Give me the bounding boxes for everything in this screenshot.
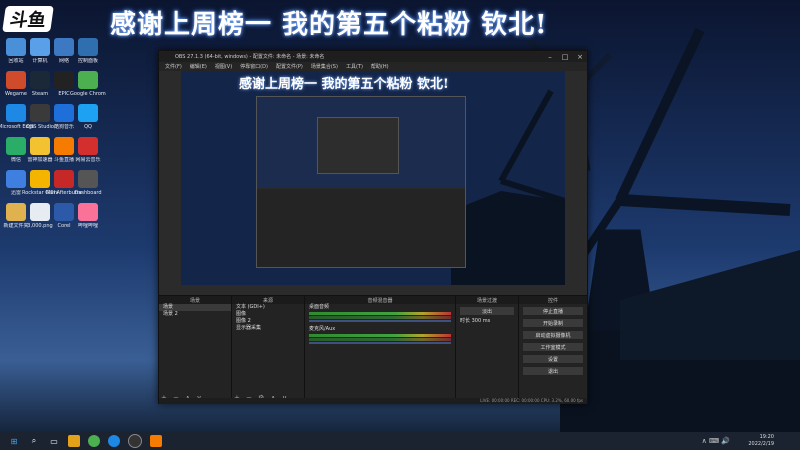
start-recording-button[interactable]: 开始录制 bbox=[522, 318, 584, 328]
desktop-app-icon[interactable] bbox=[54, 38, 74, 56]
desktop-app-icon[interactable] bbox=[6, 170, 26, 188]
controls-dock: 控件 停止直播 开始录制 启动虚拟摄像机 工作室模式 设置 退出 bbox=[519, 296, 587, 404]
obs-menu-item[interactable]: 视图(V) bbox=[215, 63, 232, 70]
obs-menu-item[interactable]: 文件(F) bbox=[165, 63, 182, 70]
transition-select[interactable]: 淡出 bbox=[459, 306, 515, 316]
obs-menu-item[interactable]: 帮助(H) bbox=[371, 63, 389, 70]
volume-meter bbox=[309, 312, 451, 315]
mixer-header: 音频混音器 bbox=[305, 296, 455, 304]
transitions-dock: 场景过渡 淡出 时长 300 ms bbox=[456, 296, 519, 404]
source-item[interactable]: 图像 2 bbox=[232, 318, 304, 325]
volume-slider[interactable] bbox=[309, 342, 451, 344]
windows-start-icon[interactable]: ⊞ bbox=[8, 435, 20, 447]
scenes-dock: 场景 场景 场景 2 + − ∧ ∨ bbox=[159, 296, 232, 404]
preview-title-text: 感谢上周榜一 我的第五个粘粉 钦北! bbox=[239, 77, 449, 92]
desktop-app-label: 哔哩哔哩 bbox=[77, 223, 98, 229]
desktop-app-icon[interactable] bbox=[54, 137, 74, 155]
source-item[interactable]: 显示器采集 bbox=[232, 325, 304, 332]
douyu-taskbar-icon[interactable] bbox=[150, 435, 162, 447]
desktop-app-icon[interactable] bbox=[78, 104, 98, 122]
maximize-icon[interactable]: □ bbox=[558, 51, 572, 62]
obs-window[interactable]: OBS 27.1.3 (64-bit, windows) - 配置文件: 未命名… bbox=[158, 50, 588, 404]
desktop-app-icon[interactable] bbox=[6, 38, 26, 56]
search-icon[interactable]: ⌕ bbox=[28, 435, 40, 447]
obs-menu-item[interactable]: 编辑(E) bbox=[190, 63, 207, 70]
close-icon[interactable]: × bbox=[573, 51, 587, 62]
studio-mode-button[interactable]: 工作室模式 bbox=[522, 342, 584, 352]
obs-menu-item[interactable]: 停靠窗口(D) bbox=[240, 63, 268, 70]
douyu-logo: 斗鱼 bbox=[2, 6, 54, 32]
mixer-track-name: 桌面音频 bbox=[309, 304, 330, 310]
scenes-header: 场景 bbox=[159, 296, 231, 304]
desktop-app-icon[interactable] bbox=[78, 38, 98, 56]
obs-preview[interactable]: 感谢上周榜一 我的第五个粘粉 钦北! bbox=[181, 71, 565, 285]
obs-menubar: 文件(F) 编辑(E) 视图(V) 停靠窗口(D) 配置文件(P) 场景集合(S) 工具(T… bbox=[159, 62, 587, 71]
desktop-app-icon[interactable] bbox=[30, 104, 50, 122]
volume-meter bbox=[309, 334, 451, 337]
audio-mixer-dock: 音频混音器 桌面音频 麦克风/Aux bbox=[305, 296, 456, 404]
desktop-app-icon[interactable] bbox=[54, 170, 74, 188]
desktop-app-icon[interactable] bbox=[78, 71, 98, 89]
desktop-icon-grid: 回收站 计算机 网络 控制面板 Wegame Steam EPIC Google Chrome… bbox=[0, 36, 150, 426]
obs-menu-item[interactable]: 工具(T) bbox=[346, 63, 363, 70]
desktop-app-label: 控制面板 bbox=[77, 58, 98, 64]
edge-icon[interactable] bbox=[108, 435, 120, 447]
controls-header: 控件 bbox=[519, 296, 587, 304]
taskbar-clock[interactable]: 19:20 2022/2/19 bbox=[748, 434, 774, 448]
nested-obs-preview bbox=[256, 96, 466, 268]
desktop-app-icon[interactable] bbox=[6, 203, 26, 221]
stop-streaming-button[interactable]: 停止直播 bbox=[522, 306, 584, 316]
desktop-app-label: 网易云音乐 bbox=[75, 157, 101, 163]
obs-title-text: OBS 27.1.3 (64-bit, windows) - 配置文件: 未命名… bbox=[175, 54, 325, 60]
exit-button[interactable]: 退出 bbox=[522, 366, 584, 376]
obs-titlebar[interactable]: OBS 27.1.3 (64-bit, windows) - 配置文件: 未命名… bbox=[159, 51, 587, 62]
duration-label: 时长 bbox=[460, 318, 471, 324]
transitions-header: 场景过渡 bbox=[456, 296, 518, 304]
chrome-icon[interactable] bbox=[88, 435, 100, 447]
desktop-app-icon[interactable] bbox=[54, 203, 74, 221]
desktop-app-label: Google Chrome bbox=[70, 91, 106, 97]
source-item[interactable]: 图像 bbox=[232, 311, 304, 318]
desktop-app-icon[interactable] bbox=[78, 170, 98, 188]
desktop-app-icon[interactable] bbox=[6, 104, 26, 122]
duration-value[interactable]: 300 ms bbox=[472, 318, 491, 324]
desktop-app-icon[interactable] bbox=[30, 71, 50, 89]
scene-item[interactable]: 场景 bbox=[159, 304, 231, 311]
desktop-app-label: QQ bbox=[84, 124, 92, 130]
sources-dock: 来源 文本 (GDI+) 图像 图像 2 显示器采集 + − ⚙ ∧ ∨ bbox=[232, 296, 305, 404]
desktop-app-icon[interactable] bbox=[78, 203, 98, 221]
minimize-icon[interactable]: – bbox=[543, 51, 557, 62]
desktop-app-icon[interactable] bbox=[6, 71, 26, 89]
clock-date: 2022/2/19 bbox=[748, 441, 774, 447]
file-explorer-icon[interactable] bbox=[68, 435, 80, 447]
taskbar: ⊞ ⌕ ▭ ∧ ⌨ 🔊 19:20 2022/2/19 bbox=[0, 432, 800, 450]
obs-taskbar-icon[interactable] bbox=[128, 434, 142, 448]
stream-title-text: 感谢上周榜一 我的第五个粘粉 钦北! bbox=[110, 10, 548, 40]
virtual-camera-button[interactable]: 启动虚拟摄像机 bbox=[522, 330, 584, 340]
obs-menu-item[interactable]: 场景集合(S) bbox=[311, 63, 338, 70]
desktop-app-icon[interactable] bbox=[30, 170, 50, 188]
sources-header: 来源 bbox=[232, 296, 304, 304]
source-item[interactable]: 文本 (GDI+) bbox=[232, 304, 304, 311]
obs-statusbar: LIVE: 00:00:00 REC: 00:00:00 CPU: 3.2%, … bbox=[159, 398, 587, 404]
mixer-track-name: 麦克风/Aux bbox=[309, 326, 336, 332]
desktop-app-icon[interactable] bbox=[30, 203, 50, 221]
settings-button[interactable]: 设置 bbox=[522, 354, 584, 364]
desktop-app-icon[interactable] bbox=[54, 104, 74, 122]
volume-meter bbox=[309, 316, 451, 319]
obs-dock-row: 场景 场景 场景 2 + − ∧ ∨ 来源 文本 (GDI+) 图像 图像 2 … bbox=[159, 295, 587, 404]
scene-item[interactable]: 场景 2 bbox=[159, 311, 231, 318]
desktop-app-icon[interactable] bbox=[30, 137, 50, 155]
volume-slider[interactable] bbox=[309, 320, 451, 322]
volume-meter bbox=[309, 338, 451, 341]
obs-menu-item[interactable]: 配置文件(P) bbox=[276, 63, 303, 70]
desktop-app-label: Dashboard bbox=[74, 190, 102, 196]
clock-time: 19:20 bbox=[759, 434, 774, 440]
desktop-app-icon[interactable] bbox=[30, 38, 50, 56]
task-view-icon[interactable]: ▭ bbox=[48, 435, 60, 447]
desktop-app-icon[interactable] bbox=[54, 71, 74, 89]
system-tray-icons[interactable]: ∧ ⌨ 🔊 bbox=[702, 437, 730, 445]
desktop-app-icon[interactable] bbox=[6, 137, 26, 155]
desktop-app-icon[interactable] bbox=[78, 137, 98, 155]
